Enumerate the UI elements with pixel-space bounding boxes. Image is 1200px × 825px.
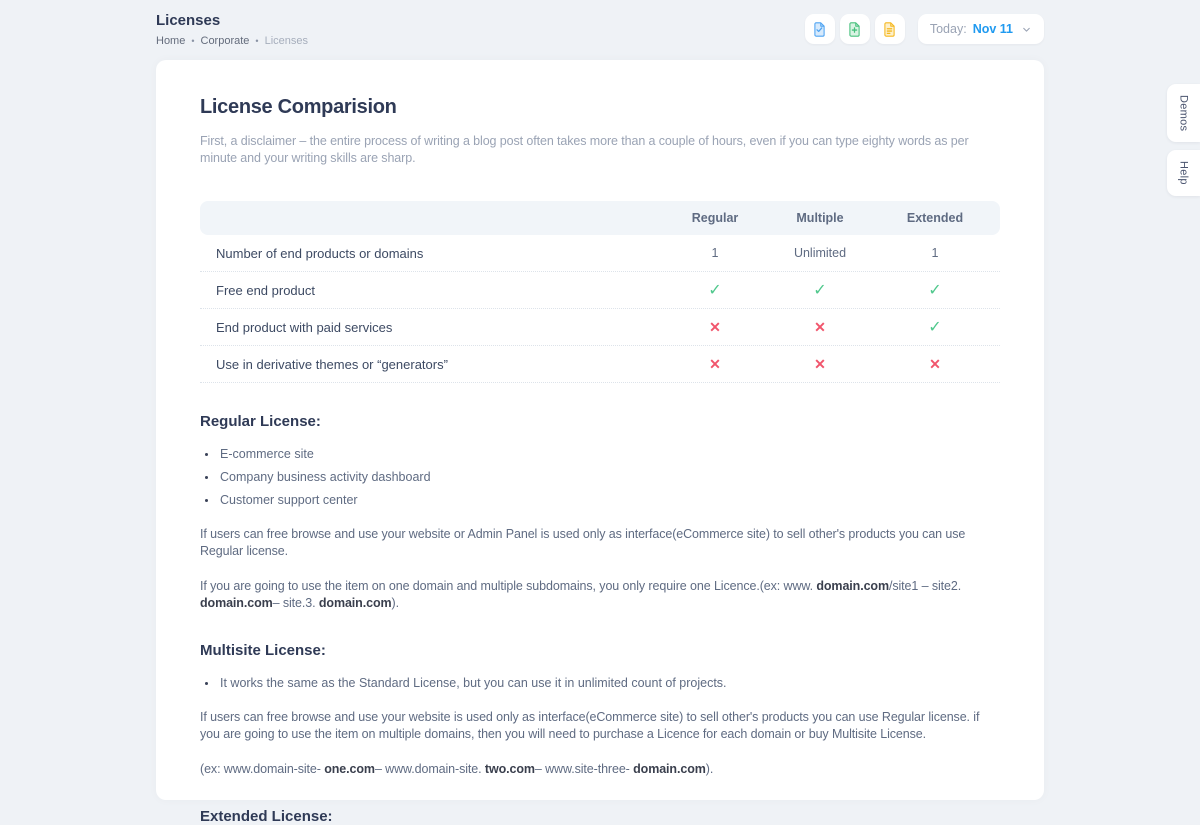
row-label: Use in derivative themes or “generators” [200, 357, 660, 372]
cell-cross: ✕ [660, 319, 770, 336]
chevron-down-icon [1021, 24, 1032, 35]
table-row: End product with paid services ✕ ✕ ✓ [200, 309, 1000, 346]
list-item: Customer support center [218, 492, 1000, 508]
header-actions [805, 14, 905, 44]
section-heading: Multisite License: [200, 642, 1000, 659]
file-check-icon[interactable] [805, 14, 835, 44]
breadcrumb-separator: • [191, 36, 194, 46]
section-paragraph: If users can free browse and use your we… [200, 709, 1000, 743]
cell-check: ✓ [770, 280, 870, 300]
date-picker[interactable]: Today: Nov 11 [918, 14, 1044, 44]
cell-cross: ✕ [870, 356, 1000, 373]
topbar-actions: Today: Nov 11 [805, 14, 1044, 44]
date-prefix-label: Today: [930, 22, 967, 36]
side-tab-demos[interactable]: Demos [1167, 84, 1200, 142]
list-item: It works the same as the Standard Licens… [218, 675, 1000, 691]
breadcrumb-item-corporate[interactable]: Corporate [201, 35, 250, 47]
row-label: End product with paid services [200, 320, 660, 335]
table-row: Number of end products or domains1Unlimi… [200, 235, 1000, 272]
cross-icon: ✕ [709, 356, 721, 372]
date-value: Nov 11 [973, 22, 1013, 36]
cell-check: ✓ [870, 317, 1000, 337]
cross-icon: ✕ [709, 319, 721, 335]
topbar: Licenses Home • Corporate • Licenses Today: … [156, 0, 1044, 58]
row-label: Free end product [200, 283, 660, 298]
table-header-row: RegularMultipleExtended [200, 201, 1000, 235]
cell-value: 1 [660, 246, 770, 260]
cross-icon: ✕ [814, 356, 826, 372]
check-icon: ✓ [928, 282, 941, 299]
file-plus-icon[interactable] [840, 14, 870, 44]
bullet-list: It works the same as the Standard Licens… [218, 675, 1000, 691]
file-text-icon[interactable] [875, 14, 905, 44]
section-paragraph: If users can free browse and use your we… [200, 526, 1000, 560]
cell-value: 1 [870, 246, 1000, 260]
section-paragraph: (ex: www.domain-site- one.com– www.domai… [200, 761, 1000, 778]
comparison-table: RegularMultipleExtended Number of end pr… [200, 201, 1000, 383]
cross-icon: ✕ [814, 319, 826, 335]
side-tab-help[interactable]: Help [1167, 150, 1200, 196]
list-item: E-commerce site [218, 446, 1000, 462]
content-title: License Comparision [200, 96, 1000, 119]
section-heading: Regular License: [200, 413, 1000, 430]
cell-cross: ✕ [770, 356, 870, 373]
section-heading: Extended License: [200, 808, 1000, 825]
check-icon: ✓ [813, 282, 826, 299]
license-section: Regular License: E-commerce site Company b… [200, 413, 1000, 612]
row-label: Number of end products or domains [200, 246, 660, 261]
breadcrumb-separator: • [255, 36, 258, 46]
cell-cross: ✕ [770, 319, 870, 336]
bullet-list: E-commerce site Company business activity… [218, 446, 1000, 508]
table-body: Number of end products or domains1Unlimi… [200, 235, 1000, 383]
table-row: Use in derivative themes or “generators”… [200, 346, 1000, 383]
column-header-regular: Regular [660, 211, 770, 225]
cell-check: ✓ [870, 280, 1000, 300]
intro-text: First, a disclaimer – the entire process… [200, 133, 1000, 167]
license-sections: Regular License: E-commerce site Company b… [200, 413, 1000, 825]
column-header-multiple: Multiple [770, 211, 870, 225]
breadcrumb-item-home[interactable]: Home [156, 35, 185, 47]
cell-check: ✓ [660, 280, 770, 300]
table-row: Free end product ✓ ✓ ✓ [200, 272, 1000, 309]
cross-icon: ✕ [929, 356, 941, 372]
cell-cross: ✕ [660, 356, 770, 373]
page-title: Licenses [156, 12, 308, 29]
cell-value: Unlimited [770, 246, 870, 260]
license-section: Extended License: [200, 808, 1000, 825]
check-icon: ✓ [708, 282, 721, 299]
content-card: License Comparision First, a disclaimer … [156, 60, 1044, 800]
license-section: Multisite License: It works the same as t… [200, 642, 1000, 778]
page-heading-block: Licenses Home • Corporate • Licenses [156, 12, 308, 47]
list-item: Company business activity dashboard [218, 469, 1000, 485]
column-header-extended: Extended [870, 211, 1000, 225]
section-paragraph: If you are going to use the item on one … [200, 578, 1000, 612]
breadcrumb: Home • Corporate • Licenses [156, 35, 308, 47]
check-icon: ✓ [928, 319, 941, 336]
breadcrumb-item-licenses: Licenses [265, 35, 308, 47]
